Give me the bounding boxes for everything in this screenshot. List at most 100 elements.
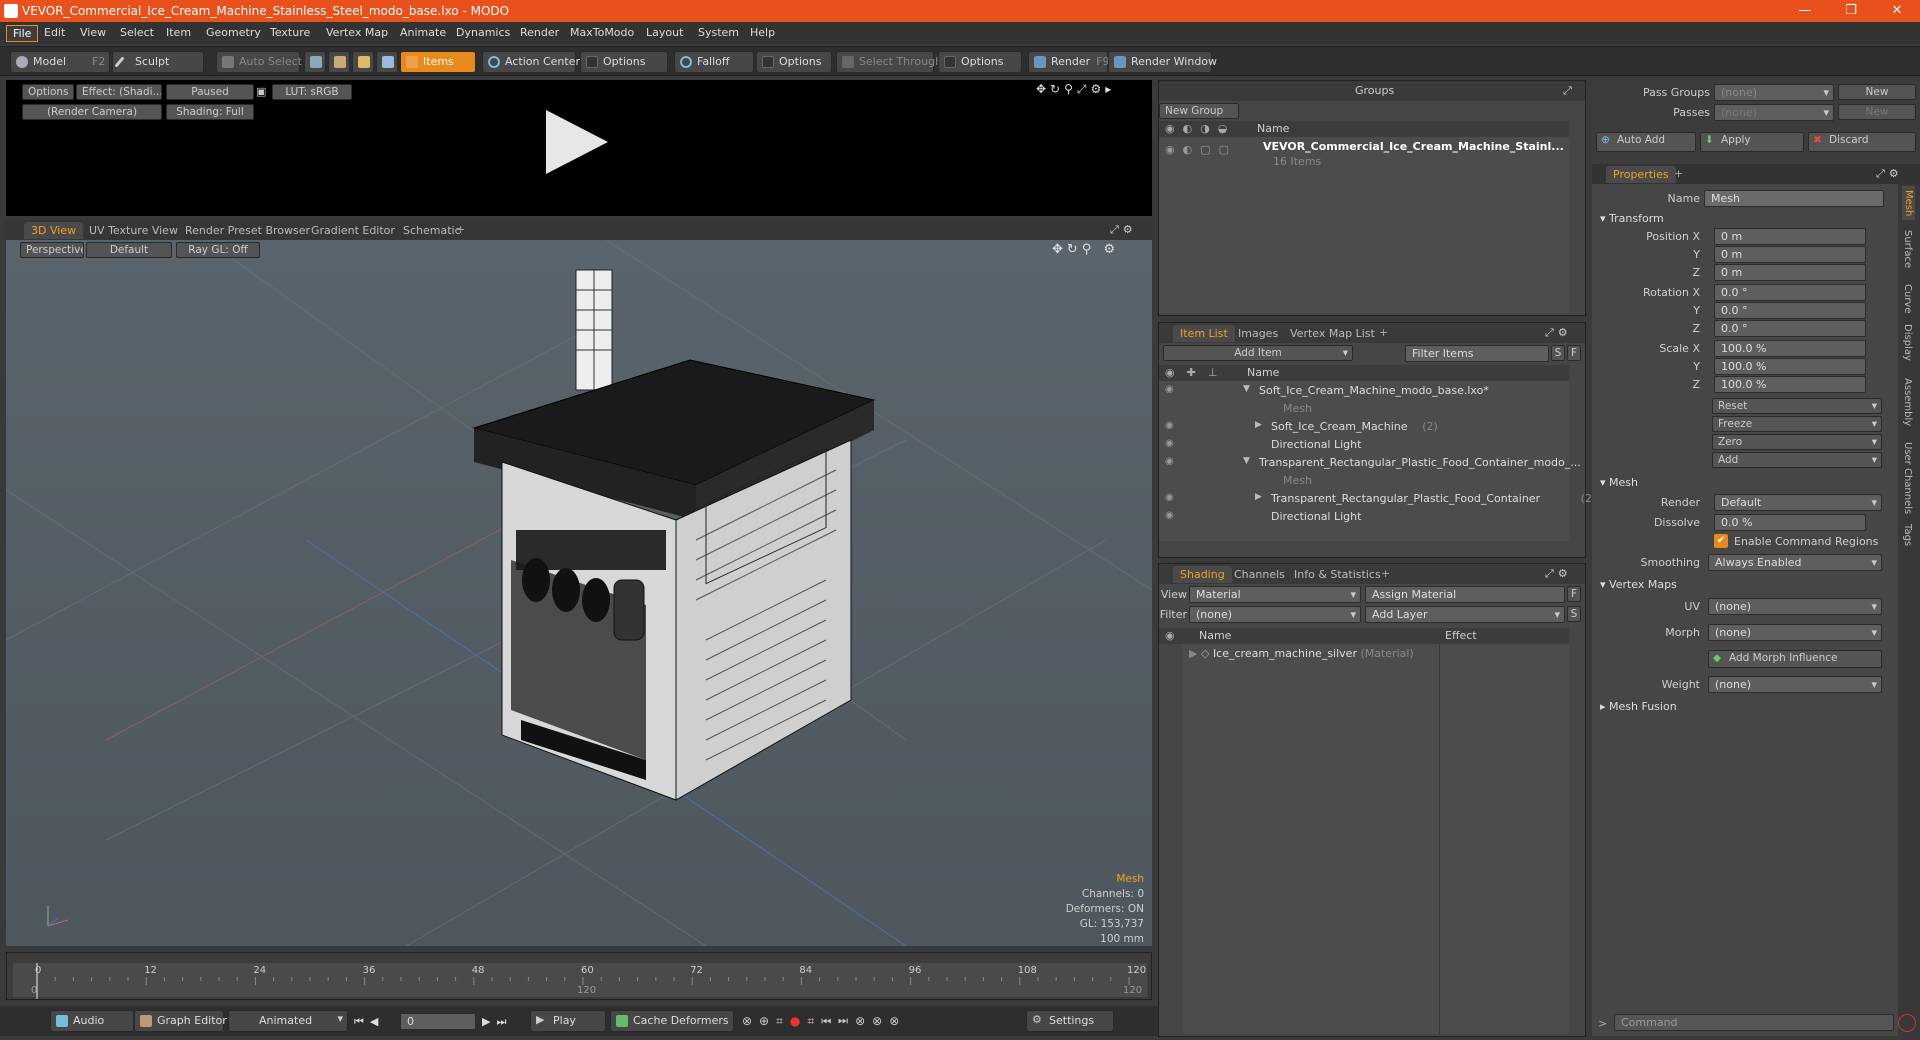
- panel-tools-icon[interactable]: ⤢⚙: [1876, 167, 1903, 181]
- paused-button[interactable]: Paused: [166, 84, 254, 100]
- menu-item[interactable]: Item: [160, 25, 197, 42]
- new-pass-button[interactable]: New: [1838, 104, 1916, 120]
- 3d-viewport[interactable]: Perspective Default Ray GL: Off ✥↻⚲ ⚙ Me…: [6, 240, 1152, 946]
- key-tools-icons[interactable]: ⊗⊕⌗●⌗⏮⏭⊗⊗⊗: [742, 1014, 906, 1029]
- eye-icon[interactable]: ◉: [1165, 438, 1174, 449]
- render-dropdown[interactable]: Default: [1714, 494, 1882, 511]
- uv-dropdown[interactable]: (none): [1708, 598, 1882, 615]
- list-item[interactable]: ◉ Directional Light: [1159, 437, 1569, 455]
- shading-s-button[interactable]: S: [1567, 606, 1581, 622]
- tab-uv-texture-view[interactable]: UV Texture View: [82, 222, 185, 239]
- expand-arrow-icon[interactable]: ▶: [1255, 492, 1262, 502]
- tab-render-preset-browser[interactable]: Render Preset Browser: [178, 222, 317, 239]
- side-tab-display[interactable]: Display: [1902, 324, 1913, 361]
- menu-texture[interactable]: Texture: [264, 25, 316, 42]
- shading-dropdown[interactable]: Shading: Full: [166, 104, 254, 120]
- add-item-dropdown[interactable]: Add Item: [1163, 345, 1353, 361]
- tab-vertex-map-list[interactable]: Vertex Map List: [1283, 325, 1382, 342]
- eye-icon[interactable]: ◉: [1165, 384, 1174, 395]
- options-button-1[interactable]: Options: [580, 51, 668, 73]
- tab-3d-view[interactable]: 3D View: [24, 222, 84, 239]
- enable-command-regions-checkbox[interactable]: ✔: [1714, 534, 1728, 548]
- add-tab-icon[interactable]: +: [456, 223, 465, 236]
- position-x-input[interactable]: 0 m: [1714, 228, 1866, 245]
- maximize-icon[interactable]: ❐: [1828, 0, 1874, 22]
- group-item[interactable]: VEVOR_Commercial_Ice_Cream_Machine_Stain…: [1263, 140, 1564, 153]
- freeze-dropdown[interactable]: Freeze: [1712, 416, 1882, 432]
- play-icon[interactable]: [546, 110, 608, 174]
- transform-section[interactable]: ▾ Transform: [1600, 212, 1664, 228]
- transport-end-icons[interactable]: ▶⏭: [482, 1015, 512, 1029]
- filter-items-input[interactable]: Filter Items: [1405, 345, 1549, 362]
- add-tab-icon[interactable]: +: [1674, 167, 1683, 180]
- sculpt-button[interactable]: Sculpt: [112, 51, 204, 73]
- lut-dropdown[interactable]: LUT: sRGB: [272, 84, 352, 100]
- play-button[interactable]: ▶ Play: [530, 1010, 606, 1032]
- auto-select-button[interactable]: Auto Select: [216, 51, 302, 73]
- view-dropdown[interactable]: Material: [1189, 586, 1361, 603]
- mesh-section[interactable]: ▾ Mesh: [1600, 476, 1638, 492]
- material-mode-button[interactable]: [376, 51, 398, 73]
- mesh-fusion-section[interactable]: ▸ Mesh Fusion: [1600, 700, 1677, 716]
- falloff-button[interactable]: Falloff: [674, 51, 754, 73]
- add-dropdown[interactable]: Add: [1712, 452, 1882, 468]
- list-item[interactable]: ◉ ▶ Soft_Ice_Cream_Machine (2): [1159, 419, 1569, 437]
- expand-icon[interactable]: ⤢: [1563, 84, 1572, 98]
- preview-options-button[interactable]: Options: [22, 84, 74, 100]
- rotation-x-input[interactable]: 0.0 °: [1714, 284, 1866, 301]
- viewport-tab-tools-icon[interactable]: ⤢⚙: [1110, 223, 1137, 237]
- expand-arrow-icon[interactable]: ▼: [1243, 384, 1250, 394]
- tab-images[interactable]: Images: [1231, 325, 1285, 342]
- timeline[interactable]: 0 0 12 24 36 48 60 120 72 84 96 108 120 120: [6, 952, 1152, 1000]
- side-tab-mesh[interactable]: Mesh: [1902, 186, 1915, 221]
- menu-system[interactable]: System: [692, 25, 745, 42]
- new-pass-group-button[interactable]: New: [1838, 84, 1916, 100]
- polygon-mode-button[interactable]: [352, 51, 374, 73]
- menu-file[interactable]: File: [6, 25, 39, 42]
- s-button[interactable]: S: [1551, 345, 1565, 361]
- camera-dropdown[interactable]: (Render Camera): [22, 104, 162, 120]
- options-button-2[interactable]: Options: [756, 51, 832, 73]
- settings-button[interactable]: ⚙ Settings: [1026, 1010, 1114, 1032]
- weight-dropdown[interactable]: (none): [1708, 676, 1882, 693]
- discard-button[interactable]: ✖ Discard: [1808, 132, 1916, 152]
- eye-icon[interactable]: ◉: [1165, 420, 1174, 431]
- passes-dropdown[interactable]: (none): [1714, 104, 1834, 121]
- tab-shading[interactable]: Shading: [1173, 566, 1232, 583]
- menu-view[interactable]: View: [74, 25, 112, 42]
- close-icon[interactable]: ✕: [1874, 0, 1920, 22]
- menu-help[interactable]: Help: [744, 25, 781, 42]
- list-item[interactable]: ◉ ▼ Soft_Ice_Cream_Machine_modo_base.lxo*: [1159, 383, 1569, 401]
- panel-tools-icon[interactable]: ⤢⚙: [1545, 326, 1572, 340]
- menu-vertex-map[interactable]: Vertex Map: [320, 25, 394, 42]
- auto-add-button[interactable]: ⊕ Auto Add: [1596, 132, 1696, 152]
- lock-icon[interactable]: ▣: [256, 85, 268, 98]
- shading-f-button[interactable]: F: [1567, 586, 1581, 602]
- menu-maxtomodo[interactable]: MaxToModo: [564, 25, 640, 42]
- list-item[interactable]: Mesh: [1159, 401, 1569, 419]
- panel-tools-icon[interactable]: ⤢⚙: [1545, 567, 1572, 581]
- scale-z-input[interactable]: 100.0 %: [1714, 376, 1866, 393]
- side-tab-tags[interactable]: Tags: [1902, 524, 1913, 546]
- animated-dropdown[interactable]: Animated: [228, 1010, 348, 1032]
- vertex-mode-button[interactable]: [304, 51, 326, 73]
- minimize-icon[interactable]: —: [1782, 0, 1828, 22]
- render-window-button[interactable]: Render Window: [1108, 51, 1217, 73]
- zero-dropdown[interactable]: Zero: [1712, 434, 1882, 450]
- options-button-3[interactable]: Options: [938, 51, 1022, 73]
- transport-start-icons[interactable]: ⏮◀: [354, 1015, 384, 1029]
- default-dropdown[interactable]: Default: [86, 242, 172, 258]
- add-morph-influence-button[interactable]: ◆ Add Morph Influence: [1708, 650, 1882, 668]
- eye-icon[interactable]: ◉: [1165, 510, 1174, 521]
- list-item[interactable]: ◉ Directional Light: [1159, 509, 1569, 527]
- new-group-button[interactable]: New Group: [1159, 103, 1239, 119]
- edge-mode-button[interactable]: [328, 51, 350, 73]
- viewport-nav-icons[interactable]: ✥↻⚲ ⚙: [1052, 242, 1119, 257]
- side-tab-curve[interactable]: Curve: [1902, 284, 1913, 314]
- menu-geometry[interactable]: Geometry: [200, 25, 267, 42]
- menu-dynamics[interactable]: Dynamics: [450, 25, 516, 42]
- add-tab-icon[interactable]: +: [1381, 567, 1390, 580]
- f-button[interactable]: F: [1567, 345, 1581, 361]
- tab-info-statistics[interactable]: Info & Statistics: [1287, 566, 1388, 583]
- menu-animate[interactable]: Animate: [394, 25, 452, 42]
